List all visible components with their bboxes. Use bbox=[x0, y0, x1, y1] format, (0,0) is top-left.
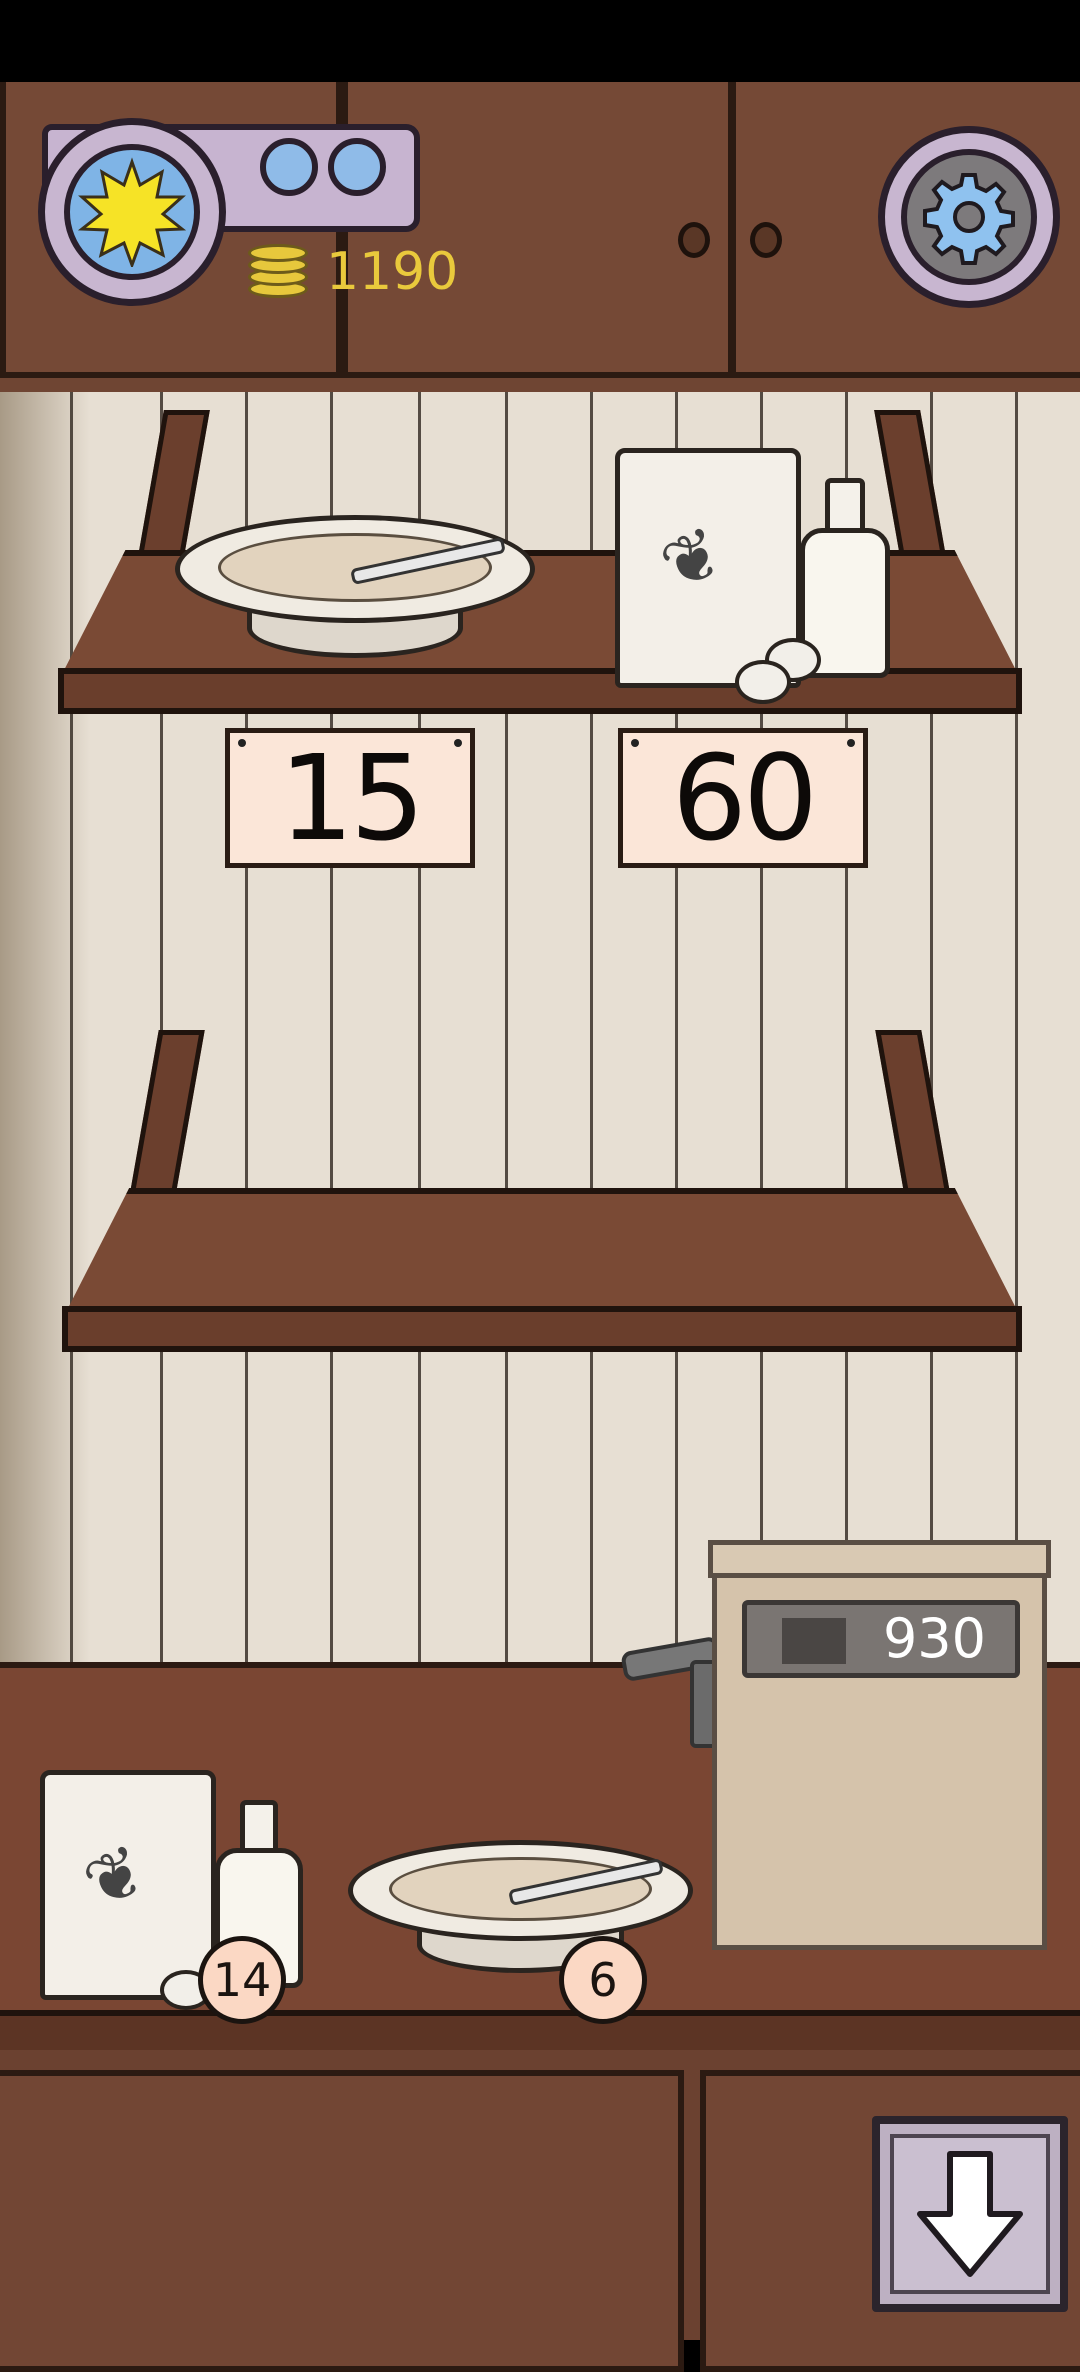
indicator-lamp bbox=[328, 138, 386, 196]
coin-stack-icon bbox=[248, 240, 308, 300]
shelf-board bbox=[62, 1188, 1022, 1320]
cash-register[interactable]: 930 bbox=[620, 1540, 1051, 1950]
door-knob bbox=[750, 222, 782, 258]
indicator-lamp bbox=[260, 138, 318, 196]
stock-count-badge: 6 bbox=[559, 1936, 647, 2024]
scroll-down-button[interactable] bbox=[872, 2116, 1068, 2312]
porridge-bowl[interactable] bbox=[175, 515, 535, 665]
register-amount: 930 bbox=[882, 1606, 987, 1670]
price-value: 15 bbox=[278, 729, 425, 867]
settings-button[interactable] bbox=[878, 126, 1060, 308]
door-knob bbox=[678, 222, 710, 258]
price-tag: 60 bbox=[618, 728, 868, 868]
gear-icon bbox=[901, 149, 1037, 285]
price-value: 60 bbox=[671, 729, 818, 867]
sun-icon bbox=[64, 144, 200, 280]
stock-count: 6 bbox=[588, 1953, 618, 2007]
cabinet-door-lower-left bbox=[0, 2070, 684, 2372]
coin-balance: 1190 bbox=[326, 242, 459, 302]
price-tag: 15 bbox=[225, 728, 475, 868]
shelf-edge bbox=[62, 1306, 1022, 1352]
status-bar bbox=[0, 0, 1080, 82]
egg bbox=[735, 660, 791, 704]
stock-count-badge: 14 bbox=[198, 1936, 286, 2024]
middle-shelf bbox=[62, 1030, 1022, 1360]
flour-milk-eggs[interactable]: ❦ bbox=[615, 448, 895, 704]
stock-count: 14 bbox=[212, 1953, 272, 2007]
arrow-down-icon bbox=[890, 2134, 1050, 2294]
